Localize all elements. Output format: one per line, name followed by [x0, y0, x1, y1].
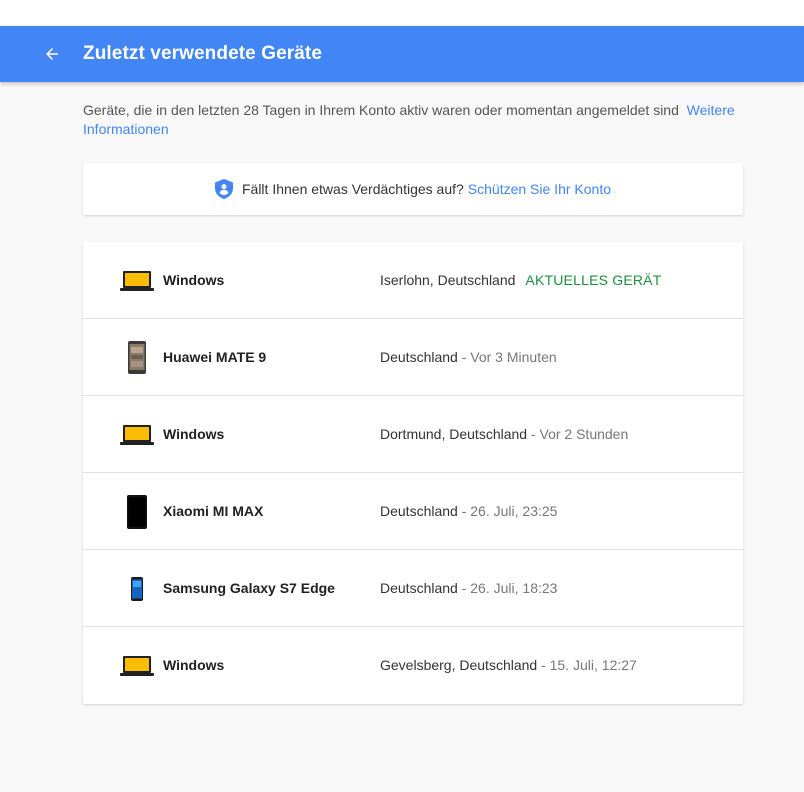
device-location: Gevelsberg, Deutschland - 15. Juli, 12:2… — [380, 657, 637, 673]
app-bar: Zuletzt verwendete Geräte — [0, 26, 804, 82]
device-location: Deutschland - Vor 3 Minuten — [380, 349, 557, 365]
device-name: Windows — [163, 272, 225, 288]
laptop-icon — [119, 242, 155, 319]
device-row-xiaomi-mi-max[interactable]: Xiaomi MI MAX Deutschland - 26. Juli, 23… — [83, 473, 743, 550]
device-name: Samsung Galaxy S7 Edge — [163, 580, 335, 596]
security-alert-card: Fällt Ihnen etwas Verdächtiges auf? Schü… — [83, 163, 743, 215]
location-text: Dortmund, Deutschland — [380, 426, 528, 442]
device-row-windows-dortmund[interactable]: Windows Dortmund, Deutschland - Vor 2 St… — [83, 396, 743, 473]
device-row-samsung-galaxy-s7-edge[interactable]: Samsung Galaxy S7 Edge Deutschland - 26.… — [83, 550, 743, 627]
device-row-windows-iserlohn[interactable]: Windows Iserlohn, Deutschland AKTUELLES G… — [83, 242, 743, 319]
device-row-windows-gevelsberg[interactable]: Windows Gevelsberg, Deutschland - 15. Ju… — [83, 627, 743, 704]
device-location: Iserlohn, Deutschland AKTUELLES GERÄT — [380, 272, 661, 288]
device-location: Deutschland - 26. Juli, 18:23 — [380, 580, 557, 596]
protect-account-link[interactable]: Schützen Sie Ihr Konto — [468, 181, 611, 197]
last-active-time: - 26. Juli, 18:23 — [457, 580, 558, 596]
laptop-icon — [119, 627, 155, 704]
phone-icon — [119, 550, 155, 627]
last-active-time: - 26. Juli, 23:25 — [457, 503, 558, 519]
last-active-time: - 15. Juli, 12:27 — [537, 657, 637, 673]
device-list: Windows Iserlohn, Deutschland AKTUELLES G… — [83, 242, 743, 704]
location-text: Deutschland — [380, 503, 458, 519]
device-name: Windows — [163, 426, 225, 442]
current-device-badge: AKTUELLES GERÄT — [525, 272, 662, 288]
arrow-back-icon[interactable] — [40, 42, 64, 66]
device-location: Dortmund, Deutschland - Vor 2 Stunden — [380, 426, 628, 442]
location-text: Iserlohn, Deutschland — [380, 272, 516, 288]
location-text: Deutschland — [380, 349, 458, 365]
laptop-icon — [119, 396, 155, 473]
device-location: Deutschland - 26. Juli, 23:25 — [380, 503, 557, 519]
intro-description: Geräte, die in den letzten 28 Tagen in I… — [83, 102, 679, 118]
alert-text: Fällt Ihnen etwas Verdächtiges auf? — [241, 181, 464, 197]
phone-icon — [119, 473, 155, 550]
device-name: Huawei MATE 9 — [163, 349, 267, 365]
location-text: Gevelsberg, Deutschland — [380, 657, 538, 673]
top-spacer — [0, 0, 804, 26]
device-row-huawei-mate-9[interactable]: Huawei MATE 9 Deutschland - Vor 3 Minute… — [83, 319, 743, 396]
last-active-time: - Vor 2 Stunden — [527, 426, 629, 442]
location-text: Deutschland — [380, 580, 458, 596]
phone-icon — [119, 319, 155, 396]
page-title: Zuletzt verwendete Geräte — [83, 43, 323, 64]
last-active-time: - Vor 3 Minuten — [457, 349, 557, 365]
shield-person-icon — [214, 179, 233, 199]
device-name: Xiaomi MI MAX — [163, 503, 264, 519]
intro-text: Geräte, die in den letzten 28 Tagen in I… — [83, 101, 743, 139]
device-name: Windows — [163, 657, 225, 673]
